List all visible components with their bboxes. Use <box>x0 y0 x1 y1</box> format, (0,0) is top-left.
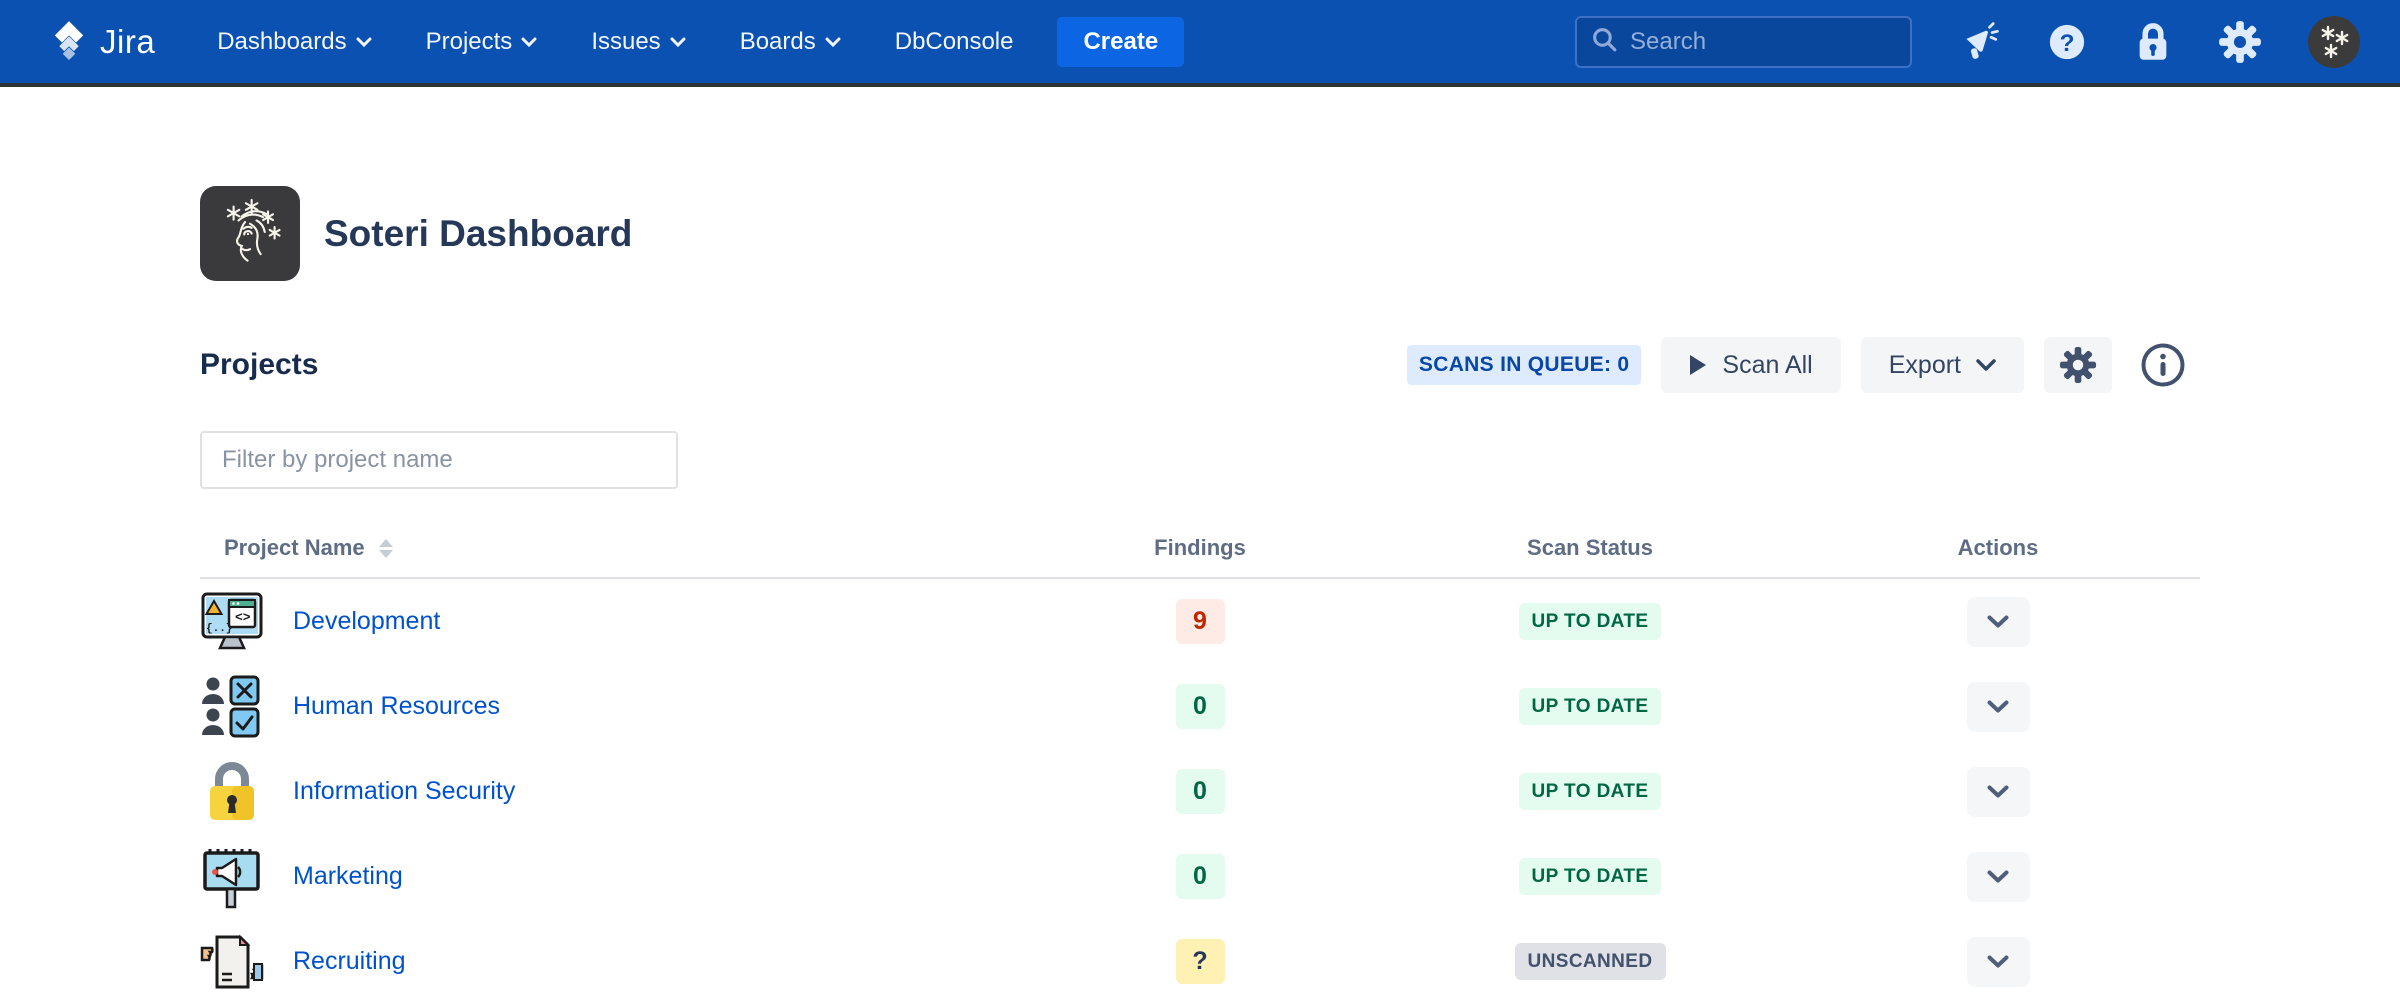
table-row-information-security: Information Security 0 UP TO DATE <box>200 749 2200 834</box>
project-filter-input[interactable] <box>200 431 678 489</box>
info-button[interactable] <box>2140 342 2186 388</box>
scan-all-button[interactable]: Scan All <box>1661 337 1840 393</box>
sort-icon[interactable] <box>379 539 393 558</box>
chevron-down-icon <box>1987 785 2009 798</box>
nav-item-dbconsole[interactable]: DbConsole <box>895 28 1014 56</box>
projects-table: Project Name Findings Scan Status Action… <box>200 535 2200 995</box>
gear-icon[interactable] <box>2218 20 2262 64</box>
chevron-down-icon <box>521 37 537 47</box>
toolbar-row: Projects SCANS IN QUEUE: 0 Scan All Expo… <box>200 337 2200 393</box>
project-link[interactable]: Marketing <box>293 862 403 891</box>
announcement-icon[interactable] <box>1958 21 2000 63</box>
table-row-recruiting: Recruiting ? UNSCANNED <box>200 919 2200 995</box>
toolbar-actions: SCANS IN QUEUE: 0 Scan All Export <box>1407 337 2200 393</box>
findings-badge: ? <box>1176 939 1225 984</box>
project-link[interactable]: Development <box>293 607 440 636</box>
project-avatar-development-icon: {..} <> <box>200 590 264 654</box>
table-row-human-resources: Human Resources 0 UP TO DATE <box>200 664 2200 749</box>
chevron-down-icon <box>1987 870 2009 883</box>
help-icon[interactable]: ? <box>2046 21 2088 63</box>
project-avatar-marketing-icon <box>200 845 264 909</box>
app-header: Soteri Dashboard <box>200 186 2200 281</box>
svg-text:?: ? <box>2060 29 2075 56</box>
play-icon <box>1689 354 1707 376</box>
page-title: Soteri Dashboard <box>324 213 632 255</box>
column-header-project-name: Project Name <box>224 535 365 561</box>
jira-logo[interactable]: Jira <box>48 18 155 65</box>
soteri-logo-icon <box>200 186 300 281</box>
chevron-down-icon <box>825 37 841 47</box>
table-header-row: Project Name Findings Scan Status Action… <box>200 535 2200 579</box>
table-row-development: {..} <> Development 9 UP TO DATE <box>200 579 2200 664</box>
findings-badge: 0 <box>1176 854 1225 899</box>
chevron-down-icon <box>1987 955 2009 968</box>
search-box <box>1575 16 1912 68</box>
project-link[interactable]: Human Resources <box>293 692 500 721</box>
scan-status-badge: UNSCANNED <box>1515 943 1666 980</box>
chevron-down-icon <box>356 37 372 47</box>
row-actions-button[interactable] <box>1967 767 2030 817</box>
chevron-down-icon <box>1976 359 1996 371</box>
info-icon <box>2140 342 2186 388</box>
project-link[interactable]: Recruiting <box>293 947 406 976</box>
scan-status-badge: UP TO DATE <box>1519 603 1662 640</box>
column-header-findings: Findings <box>1154 535 1246 561</box>
row-actions-button[interactable] <box>1967 937 2030 987</box>
jira-logo-text: Jira <box>100 23 155 61</box>
chevron-down-icon <box>1987 700 2009 713</box>
main-content: Soteri Dashboard Projects SCANS IN QUEUE… <box>200 186 2200 995</box>
project-avatar-recruiting-icon <box>200 930 264 994</box>
chevron-down-icon <box>670 37 686 47</box>
export-button[interactable]: Export <box>1861 337 2024 393</box>
jira-logo-icon <box>48 18 90 65</box>
column-header-scan-status: Scan Status <box>1527 535 1653 561</box>
svg-text:<>: <> <box>235 610 251 625</box>
row-actions-button[interactable] <box>1967 852 2030 902</box>
scan-status-badge: UP TO DATE <box>1519 773 1662 810</box>
nav-right-group: ? <box>1575 16 2360 68</box>
nav-item-projects[interactable]: Projects <box>426 28 538 56</box>
top-navbar: Jira Dashboards Projects Issues Boards D… <box>0 0 2400 87</box>
scans-in-queue-badge: SCANS IN QUEUE: 0 <box>1407 345 1641 385</box>
settings-button[interactable] <box>2044 337 2112 393</box>
nav-menu: Dashboards Projects Issues Boards DbCons… <box>217 28 1013 56</box>
nav-item-issues[interactable]: Issues <box>591 28 685 56</box>
row-actions-button[interactable] <box>1967 682 2030 732</box>
project-avatar-human-resources-icon <box>200 675 264 739</box>
lock-icon[interactable] <box>2134 22 2172 62</box>
table-body: {..} <> Development 9 UP TO DATE <box>200 579 2200 995</box>
gear-icon <box>2059 346 2097 384</box>
search-input[interactable] <box>1630 28 1896 56</box>
section-title: Projects <box>200 348 318 382</box>
nav-item-dashboards[interactable]: Dashboards <box>217 28 371 56</box>
findings-badge: 0 <box>1176 769 1225 814</box>
nav-item-boards[interactable]: Boards <box>740 28 841 56</box>
user-avatar[interactable] <box>2308 16 2360 68</box>
project-link[interactable]: Information Security <box>293 777 515 806</box>
search-icon <box>1591 26 1618 58</box>
table-row-marketing: Marketing 0 UP TO DATE <box>200 834 2200 919</box>
findings-badge: 0 <box>1176 684 1225 729</box>
chevron-down-icon <box>1987 615 2009 628</box>
scan-status-badge: UP TO DATE <box>1519 858 1662 895</box>
scan-status-badge: UP TO DATE <box>1519 688 1662 725</box>
create-button[interactable]: Create <box>1057 17 1184 67</box>
project-avatar-information-security-icon <box>200 760 264 824</box>
column-header-actions: Actions <box>1958 535 2039 561</box>
findings-badge: 9 <box>1176 599 1225 644</box>
row-actions-button[interactable] <box>1967 597 2030 647</box>
